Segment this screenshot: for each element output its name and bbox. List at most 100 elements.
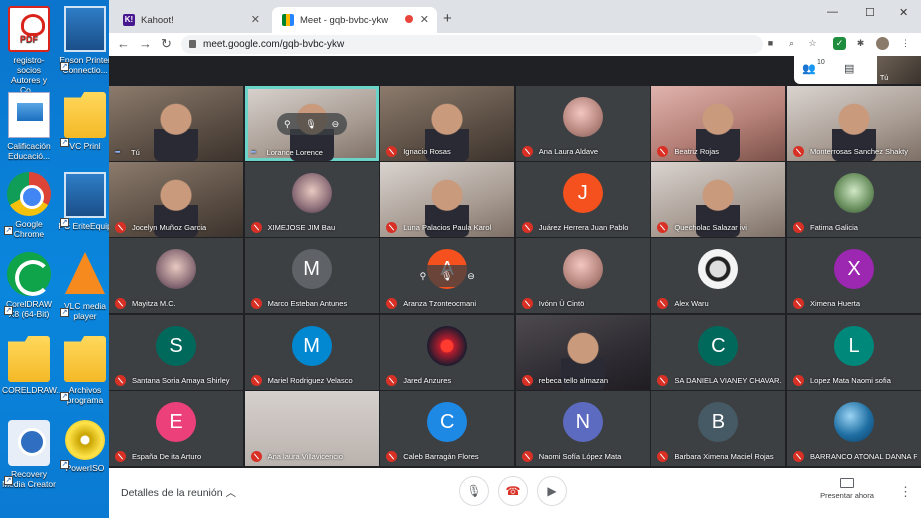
participant-tile[interactable]: C SA DANIELA VIANEY CHAVAR... [651,314,786,390]
participant-tile[interactable]: Fatima Galicia [787,162,921,238]
participant-tile[interactable]: Jocelyn Muñoz Garcia [109,162,243,238]
participant-tile[interactable]: Jared Anzures [380,314,515,390]
participant-name: Lorance Lorence [266,148,323,157]
participant-avatar: J [562,173,603,214]
zoom-icon[interactable]: ⌕ [785,37,798,50]
participant-avatar [834,173,874,214]
mute-participant-icon[interactable]: 🎙 [305,119,316,130]
desktop-icon-folder[interactable]: Archivos programa ↗ [58,336,112,405]
participant-name: Juárez Herrera Juan Pablo [538,223,629,233]
reload-icon[interactable]: ↻ [161,36,172,52]
disc-icon [65,420,105,460]
participant-tile[interactable]: N Naomi Sofía López Mata [515,390,650,466]
camera-toggle-button[interactable]: ▶ [537,476,567,506]
participant-tile[interactable]: ▪▪▪ Tú [109,86,243,161]
close-tab-icon[interactable]: ✕ [420,13,429,26]
participant-tile[interactable]: Ana Laura Aldave [515,86,650,161]
participant-name: Marco Esteban Antunes [267,299,348,309]
more-options-icon[interactable]: ⋮ [899,484,912,500]
close-window-button[interactable]: ✕ [899,6,908,19]
participant-tile[interactable]: rebeca tello almazan [515,314,650,390]
profile-avatar-icon[interactable] [876,37,889,50]
self-view-thumbnail[interactable]: Tú [877,56,921,84]
vlc-icon [65,252,105,294]
participant-tile[interactable]: Quecholac Salazar ivi [651,162,786,238]
participant-tile[interactable]: Ana laura Villavicencio [244,390,379,466]
participant-tile[interactable]: XIMEJOSE JIM Bau [244,162,379,238]
tab-meet[interactable]: Meet - gqb-bvbc-ykw ✕ [272,7,437,33]
pin-icon[interactable]: ⚲ [284,119,291,130]
close-tab-icon[interactable]: ✕ [251,13,260,26]
participant-tile[interactable]: A⚲🎙⊖Aranza Tzonteocmani [380,238,515,314]
leave-call-button[interactable]: ☎ [498,476,528,506]
participant-tile[interactable]: Monterrosas Sanchez Shakty [787,86,921,161]
present-now-button[interactable]: Presentar ahora [811,478,883,500]
participant-tile[interactable]: X Ximena Huerta [787,238,921,314]
desktop-icon-vlc[interactable]: VLC media player ↗ [58,252,112,321]
participant-name: Barbara Ximena Maciel Rojas [674,451,774,461]
chat-icon[interactable]: ▤ [844,62,854,75]
participant-nameplate: Barbara Ximena Maciel Rojas [657,450,781,462]
back-icon[interactable]: ← [117,36,130,52]
camera-icon: ▶ [547,484,557,498]
participant-tile[interactable]: E España De ita Arturo [109,390,243,466]
participant-tile[interactable]: S Santana Soria Amaya Shirley [109,314,243,390]
desktop-icon-folder[interactable]: CORELDRAW... [2,336,64,395]
new-tab-button[interactable]: + [443,10,452,27]
people-icon[interactable]: 👥 [802,62,816,75]
microphone-toggle-button[interactable]: 🎙 [459,476,489,506]
pin-icon[interactable]: ⚲ [420,271,427,282]
participant-tile[interactable]: Mayitza M.C. [109,238,243,314]
forward-icon[interactable]: → [139,36,152,52]
mic-muted-icon [115,450,126,462]
desktop-icon-pdf[interactable]: PDF registro-socios Autores y Co... [2,6,56,95]
meeting-details-button[interactable]: Detalles de la reunión ︿ [121,485,236,500]
minimize-button[interactable]: — [827,6,838,18]
remove-icon[interactable]: ⊖ [467,271,475,282]
participant-nameplate: BARRANCO ATONAL DANNA P... [793,450,917,462]
tile-hover-controls: ⚲ 🎙 ⊖ [412,265,483,288]
remove-icon[interactable]: ⊖ [332,119,340,130]
desktop-icon-chrome[interactable]: Google Chrome ↗ [2,172,56,239]
tab-kahoot[interactable]: K! Kahoot! ✕ [113,7,268,33]
participant-tile[interactable]: Luna Palacios Paula Karol [380,162,515,238]
pdf-icon: PDF [8,6,50,52]
mute-participant-icon[interactable]: 🎙 [441,271,452,282]
desktop-icon-pc[interactable]: PC EriteEquip ↗ [58,172,112,231]
participant-tile[interactable]: Ivónn Ü Cintö [515,238,650,314]
desktop-icon-doc[interactable]: Calificación Educació... [2,92,56,161]
extension-check-icon[interactable]: ✓ [833,37,846,50]
participant-name: Quecholac Salazar ivi [674,223,747,233]
participant-name: España De ita Arturo [132,451,202,461]
pc-icon [64,172,106,218]
mic-muted-icon [793,222,804,234]
participant-tile[interactable]: J Juárez Herrera Juan Pablo [515,162,650,238]
participant-tile[interactable]: Beatriz Rojas [651,86,786,161]
participant-tile[interactable]: Alex Waru [651,238,786,314]
participant-avatar: L [834,325,874,366]
maximize-button[interactable]: ☐ [865,6,875,19]
desktop-icon-disc[interactable]: PowerISO ↗ [58,420,112,473]
participant-name: rebeca tello almazan [538,375,609,385]
address-bar[interactable]: meet.google.com/gqb-bvbc-ykw [181,35,763,54]
participant-tile[interactable]: M Marco Esteban Antunes [244,238,379,314]
participant-tile[interactable]: C Caleb Barragán Flores [380,390,515,466]
participant-tile[interactable]: Ignacio Rosas [380,86,515,161]
participant-tile[interactable]: B Barbara Ximena Maciel Rojas [651,390,786,466]
desktop-icon-corel[interactable]: CorelDRAW X8 (64-Bit) ↗ [2,252,56,319]
browser-menu-icon[interactable]: ⋮ [899,37,912,50]
participant-tile[interactable]: BARRANCO ATONAL DANNA P... [787,390,921,466]
extensions-puzzle-icon[interactable]: ✱ [854,37,867,50]
mic-muted-icon [386,374,398,386]
bookmark-star-icon[interactable]: ☆ [806,37,819,50]
desktop-icon-app[interactable]: Epson Printer Connectio... ↗ [58,6,112,75]
desktop-icon-recovery[interactable]: Recovery Media Creator ↗ [2,420,56,489]
shortcut-arrow-icon: ↗ [60,460,69,469]
url-text: meet.google.com/gqb-bvbc-ykw [203,39,345,50]
tab-strip: K! Kahoot! ✕ Meet - gqb-bvbc-ykw ✕ + — ☐… [109,0,921,33]
participant-tile[interactable]: M Mariel Rodriguez Velasco [244,314,379,390]
participant-tile[interactable]: L Lopez Mata Naomi sofia [787,314,921,390]
camera-permission-icon[interactable]: ■ [764,37,777,50]
desktop-icon-folder[interactable]: VC Prinl ↗ [58,92,112,151]
participant-tile[interactable]: ⚲ 🎙 ⊖ ▪▪▪ Lorance Lorence [244,86,379,161]
